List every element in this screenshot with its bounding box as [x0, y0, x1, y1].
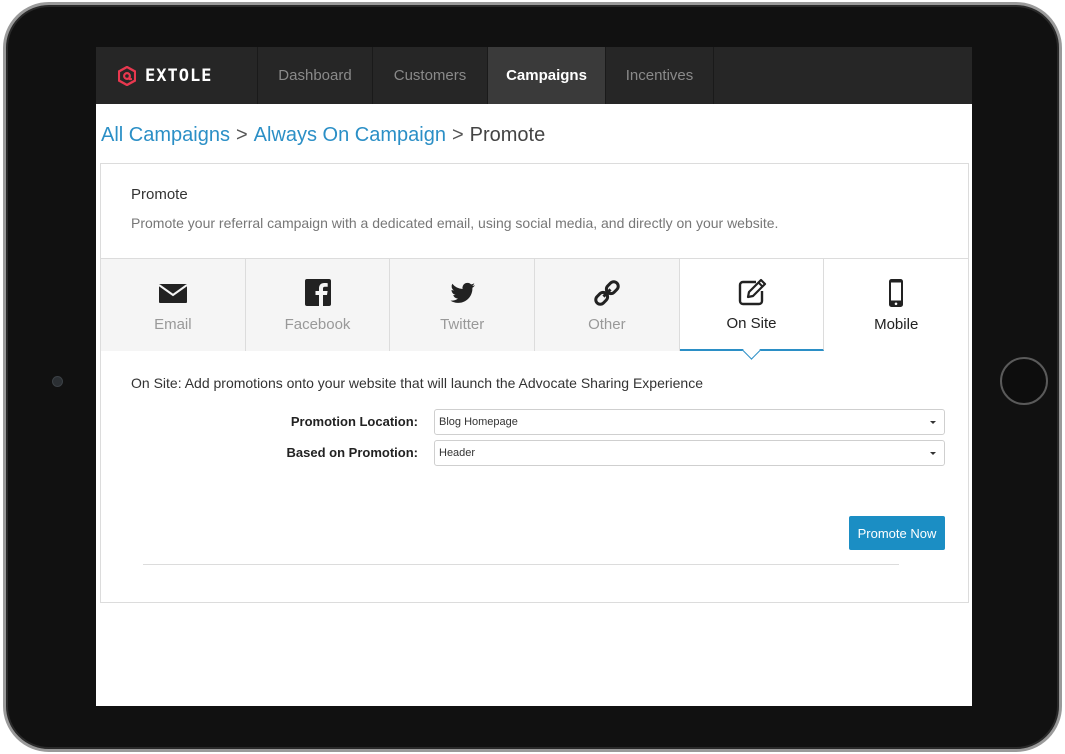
brand-logo[interactable]: EXTOLE: [96, 47, 258, 104]
brand-name: EXTOLE: [145, 65, 213, 86]
top-navigation: EXTOLE Dashboard Customers Campaigns Inc…: [96, 47, 972, 104]
promotion-location-label: Promotion Location:: [290, 414, 418, 429]
card-description: Promote your referral campaign with a de…: [131, 215, 779, 231]
edit-icon: [738, 278, 766, 305]
based-on-promotion-label: Based on Promotion:: [286, 445, 418, 460]
nav-incentives[interactable]: Incentives: [606, 47, 714, 104]
breadcrumb-current: Promote: [469, 124, 546, 146]
envelope-icon: [158, 283, 188, 303]
extole-logo-icon: [118, 65, 136, 86]
tab-email[interactable]: Email: [101, 259, 246, 351]
caret-down-icon: [930, 452, 936, 455]
tab-facebook[interactable]: Facebook: [245, 259, 391, 351]
based-on-promotion-select[interactable]: Header: [434, 440, 945, 466]
breadcrumb-always-on-campaign[interactable]: Always On Campaign: [254, 124, 446, 146]
based-on-promotion-value: Header: [439, 447, 476, 459]
tab-label: On Site: [726, 314, 777, 332]
promote-card: Promote Promote your referral campaign w…: [100, 163, 969, 603]
promotion-location-select[interactable]: Blog Homepage: [434, 409, 945, 435]
twitter-icon: [450, 282, 476, 303]
tab-mobile[interactable]: Mobile: [824, 259, 969, 351]
tab-label: Other: [588, 315, 626, 333]
promotion-location-row: Promotion Location: Blog Homepage: [101, 409, 968, 435]
tab-on-site[interactable]: On Site: [679, 259, 825, 351]
facebook-icon: [304, 278, 331, 306]
breadcrumb-separator: >: [451, 124, 464, 146]
nav-customers[interactable]: Customers: [373, 47, 488, 104]
home-button: [1000, 357, 1048, 405]
card-title: Promote: [131, 186, 188, 203]
breadcrumb-all-campaigns[interactable]: All Campaigns: [101, 124, 230, 146]
promote-now-button[interactable]: Promote Now: [849, 516, 945, 550]
tab-twitter[interactable]: Twitter: [390, 259, 536, 351]
tab-label: Email: [154, 315, 192, 333]
tab-label: Facebook: [284, 315, 351, 333]
promotion-channel-tabs: Email Facebook Twitter Other On Site Mob…: [101, 258, 969, 351]
divider: [143, 564, 899, 565]
tab-label: Mobile: [874, 315, 919, 333]
caret-down-icon: [930, 421, 936, 424]
on-site-description: On Site: Add promotions onto your websit…: [131, 375, 704, 391]
breadcrumb-separator: >: [235, 124, 248, 146]
based-on-promotion-row: Based on Promotion: Header: [101, 440, 968, 466]
camera-icon: [52, 376, 63, 387]
nav-campaigns[interactable]: Campaigns: [488, 47, 606, 104]
app-screen: EXTOLE Dashboard Customers Campaigns Inc…: [96, 47, 972, 706]
breadcrumb: All Campaigns > Always On Campaign > Promote: [101, 124, 545, 147]
link-icon: [594, 279, 620, 306]
mobile-phone-icon: [889, 278, 904, 307]
tab-label: Twitter: [440, 315, 485, 333]
tab-other[interactable]: Other: [535, 259, 680, 351]
nav-dashboard[interactable]: Dashboard: [258, 47, 373, 104]
promotion-location-value: Blog Homepage: [439, 416, 518, 428]
